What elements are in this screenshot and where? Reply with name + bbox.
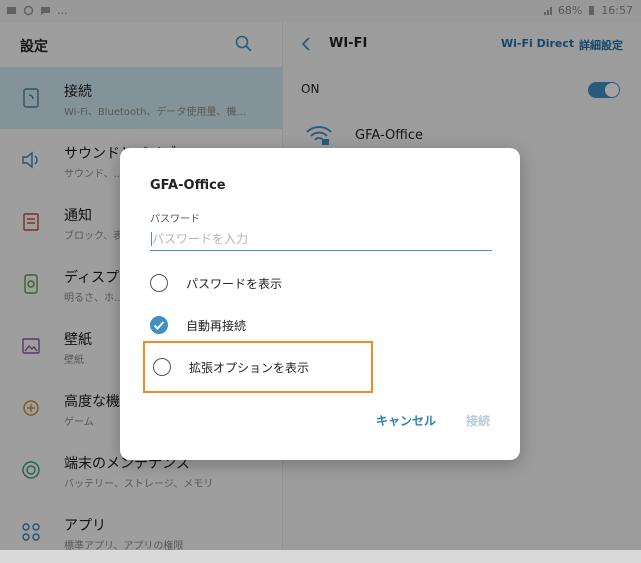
show-advanced-checkbox[interactable] [153, 358, 171, 376]
text-cursor [151, 232, 152, 246]
password-label: パスワード [150, 214, 200, 225]
password-input[interactable] [150, 228, 492, 251]
wifi-password-dialog: GFA-Office パスワード パスワードを表示 自動再接続 キャンセル 接続 [120, 148, 520, 460]
auto-reconnect-label: 自動再接続 [186, 319, 247, 333]
show-advanced-option[interactable]: 拡張オプションを表示 [143, 341, 373, 393]
cancel-button[interactable]: キャンセル [376, 412, 436, 429]
show-advanced-label: 拡張オプションを表示 [189, 361, 310, 375]
auto-reconnect-option[interactable]: 自動再接続 [150, 314, 490, 338]
show-password-option[interactable]: パスワードを表示 [150, 272, 490, 296]
screen: ... 68% 16:57 設定 接続 Wi-Fi、Bluetooth、データ使… [0, 0, 641, 552]
show-password-checkbox[interactable] [150, 274, 168, 292]
dialog-title: GFA-Office [150, 178, 226, 193]
auto-reconnect-checkbox[interactable] [150, 316, 168, 334]
connect-button[interactable]: 接続 [466, 412, 490, 429]
show-password-label: パスワードを表示 [186, 277, 283, 291]
show-advanced-row[interactable]: 拡張オプションを表示 [153, 356, 363, 380]
